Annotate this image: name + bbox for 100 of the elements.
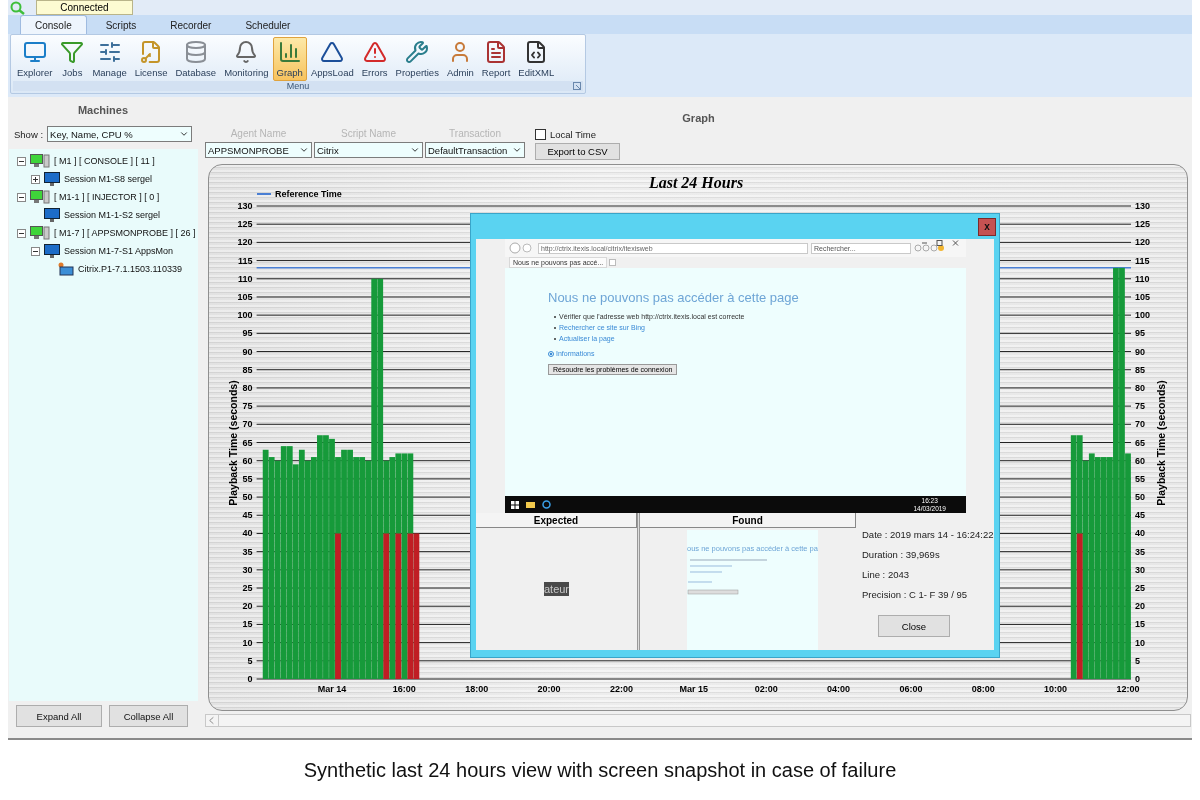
scrollbar[interactable] [205, 714, 1191, 727]
x-tick-label: 18:00 [465, 684, 489, 694]
tab[interactable]: Recorder [155, 15, 227, 34]
filter-dropdown[interactable]: Citrix [314, 142, 423, 158]
y-tick-label: 55 [1135, 473, 1145, 484]
expander-icon[interactable] [31, 174, 40, 184]
ribbon-button[interactable]: Explorer [13, 37, 57, 81]
ribbon-button[interactable]: Errors [357, 37, 392, 81]
ribbon-button[interactable]: Graph [272, 37, 307, 81]
status-icon [10, 0, 26, 15]
y-tick-label: 100 [1135, 310, 1151, 321]
x-tick-label: 12:00 [1116, 684, 1140, 694]
monitor-icon [44, 243, 60, 259]
x-tick-label: 16:00 [392, 684, 416, 694]
filter-dropdown[interactable]: DefaultTransaction [425, 142, 525, 158]
x-tick-label: 06:00 [899, 684, 923, 694]
panel-title: Machines [76, 103, 130, 118]
script-icon [58, 261, 74, 277]
tree-item[interactable]: Session M1-7-S1 AppsMon [64, 246, 174, 256]
y-tick-label: 85 [1135, 364, 1145, 375]
y-tick-label: 130 [237, 201, 253, 211]
tree-item[interactable]: [ M1-1 ] [ INJECTOR ] [ 0 ] [54, 192, 160, 202]
y-tick-label: 25 [242, 583, 253, 594]
y-tick-label: 50 [1135, 492, 1145, 503]
checkbox[interactable] [535, 129, 546, 140]
expander-icon[interactable] [17, 228, 26, 238]
tab[interactable]: Scheduler [230, 15, 306, 34]
show-label: Show : [14, 128, 44, 140]
ribbon-button[interactable]: Admin [442, 37, 478, 81]
column-header: Expected [476, 513, 637, 528]
y-tick-label: 115 [238, 255, 253, 266]
y-tick-label: 120 [1135, 237, 1151, 248]
y-tick-label: 25 [1135, 583, 1145, 594]
y-tick-label: 35 [242, 546, 253, 557]
expected-snippet: ateur [543, 582, 570, 596]
y-tick-label: 95 [242, 328, 253, 339]
y-tick-label: 5 [1135, 655, 1140, 666]
y-tick-label: 15 [1135, 619, 1145, 630]
y-tick-label: 60 [242, 455, 253, 466]
triangle-icon [320, 40, 345, 64]
filter-label: Transaction [449, 128, 501, 140]
close-button[interactable]: Close [878, 615, 950, 637]
y-tick-label: 20 [242, 601, 253, 612]
tab[interactable]: Scripts [90, 15, 152, 34]
info-text: Date : 2019 mars 14 - 16:24:22 [862, 529, 994, 541]
chevron-down-icon [512, 145, 522, 155]
filter-dropdown[interactable]: APPSMONPROBE [205, 142, 312, 158]
group-label: Menu [286, 81, 310, 91]
ribbon-button[interactable]: Properties [391, 37, 443, 81]
tree-item[interactable]: Citrix.P1-7.1.1503.110339 [78, 264, 182, 274]
y-axis-title: Playback Time (seconds) [1155, 380, 1167, 506]
y-tick-label: 90 [1135, 346, 1145, 357]
tree-item[interactable]: [ M1-7 ] [ APPSMONPROBE ] [ 26 ] [54, 228, 196, 238]
tree-button[interactable]: Collapse All [109, 705, 188, 727]
monitor-icon [44, 171, 60, 187]
y-tick-label: 80 [1135, 382, 1145, 393]
ribbon-button[interactable]: Manage [88, 37, 131, 81]
column-header: Found [640, 513, 856, 528]
sliders-icon [97, 40, 122, 64]
tree-button[interactable]: Expand All [16, 705, 102, 727]
connection-status: Connected [36, 0, 133, 15]
chevron-down-icon [410, 145, 420, 155]
export-button[interactable]: Export to CSV [535, 143, 620, 160]
close-button[interactable]: x [978, 217, 996, 236]
toolbar-icons [914, 244, 944, 252]
ribbon-button[interactable]: Database [171, 37, 221, 81]
ribbon-button[interactable]: Monitoring [220, 37, 273, 81]
ribbon-button[interactable]: License [130, 37, 172, 81]
info-text: Line : 2043 [862, 569, 910, 581]
ribbon-button[interactable]: Jobs [56, 37, 89, 81]
y-tick-label: 0 [1135, 674, 1140, 684]
dialog-launcher-icon[interactable] [573, 82, 581, 90]
ribbon-button[interactable]: EditXML [514, 37, 559, 81]
ribbon-button[interactable]: Report [477, 37, 515, 81]
bar-chart-icon [277, 40, 302, 64]
tree-item[interactable]: Session M1-S8 sergel [64, 174, 153, 184]
x-tick-label: Mar 14 [317, 684, 347, 694]
y-tick-label: 30 [1135, 564, 1145, 575]
monitor-icon [44, 207, 60, 223]
y-tick-label: 40 [1135, 528, 1145, 539]
expander-icon[interactable] [17, 156, 26, 166]
chart-title: Last 24 Hours [648, 174, 744, 191]
tree-item[interactable]: [ M1 ] [ CONSOLE ] [ 11 ] [54, 156, 155, 166]
y-tick-label: 125 [1135, 219, 1151, 230]
caption: Synthetic last 24 hours view with screen snapshot in case of failure [302, 757, 898, 783]
warning-icon [362, 40, 387, 64]
show-dropdown[interactable]: Key, Name, CPU % [47, 126, 193, 142]
expander-icon[interactable] [31, 246, 40, 256]
tab[interactable]: Console [20, 15, 87, 34]
error-heading: Nous ne pouvons pas accéder à cette page [548, 290, 800, 305]
window-controls-icon [920, 240, 960, 246]
new-tab-icon [609, 259, 617, 266]
panel-title: Graph [681, 111, 716, 125]
y-tick-label: 45 [242, 510, 253, 521]
tree-item[interactable]: Session M1-1-S2 sergel [64, 210, 161, 220]
expander-icon[interactable] [17, 192, 26, 202]
ribbon-button[interactable]: AppsLoad [306, 37, 358, 81]
y-tick-label: 115 [1135, 255, 1150, 266]
wrench-icon [405, 40, 430, 64]
y-tick-label: 15 [242, 619, 253, 630]
